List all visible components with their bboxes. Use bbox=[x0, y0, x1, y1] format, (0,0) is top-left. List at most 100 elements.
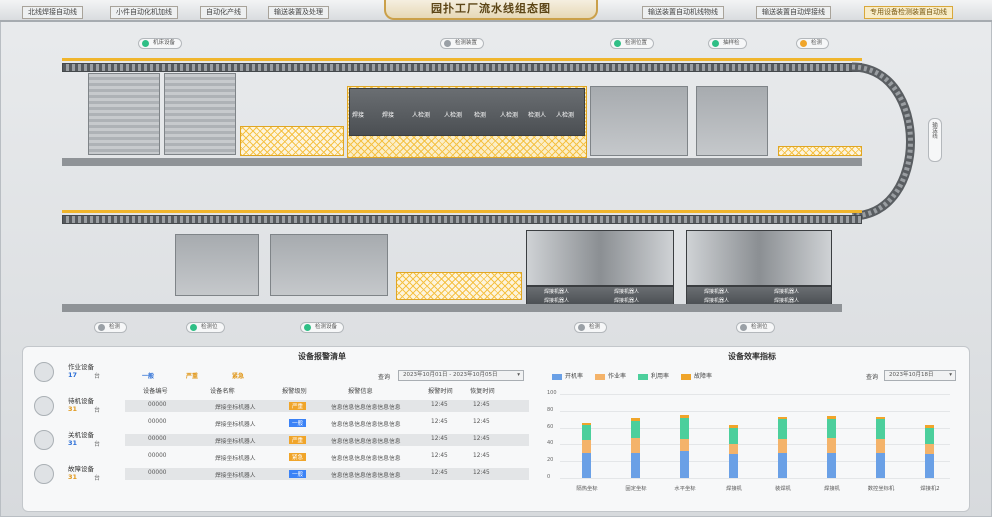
x-tick-label: 固定坐标 bbox=[625, 486, 647, 492]
tab-left-1[interactable]: 小件自动化机加线 bbox=[110, 6, 178, 19]
tab-right-2-active[interactable]: 专用设备检测装置自动线 bbox=[864, 6, 953, 19]
bar-segment bbox=[778, 439, 787, 453]
robot-label: 焊接机器人 bbox=[774, 289, 800, 295]
status-dot-icon bbox=[98, 324, 105, 331]
cell-id: 00000 bbox=[148, 419, 167, 425]
pill-label: 检测 bbox=[811, 40, 823, 46]
line-pill-4[interactable]: 检测 bbox=[796, 38, 830, 49]
cell-name: 焊接坐标机器人 bbox=[215, 422, 256, 428]
alarm-level-tab-serious[interactable]: 严重 bbox=[186, 371, 198, 380]
bar-segment bbox=[631, 437, 640, 453]
bottom-pill-1[interactable]: 检测位 bbox=[186, 322, 225, 333]
line-pill-2[interactable]: 检测位置 bbox=[610, 38, 655, 49]
col-header: 恢复时间 bbox=[470, 388, 495, 395]
legend-label: 开机率 bbox=[565, 373, 584, 380]
machine-cabinet bbox=[175, 234, 259, 296]
bar-segment bbox=[778, 416, 787, 420]
status-dot-icon bbox=[740, 324, 747, 331]
legend-label: 利用率 bbox=[651, 373, 670, 380]
device-status-fault: 故障设备 31 台 bbox=[34, 462, 104, 486]
device-icon bbox=[34, 430, 54, 450]
status-dot-icon bbox=[800, 40, 807, 47]
gridline bbox=[560, 444, 950, 446]
col-header: 设备名称 bbox=[210, 388, 235, 395]
cell-level: 严重 bbox=[289, 436, 307, 444]
legend-item[interactable]: 作业率 bbox=[595, 373, 626, 380]
alarm-query-label: 查询 bbox=[378, 374, 391, 381]
efficiency-date-select[interactable]: 2023年10月18日 ▾ bbox=[884, 370, 956, 381]
y-tick-label: 20 bbox=[547, 457, 554, 464]
table-row[interactable]: 00000 焊接坐标机器人 一般 信息信息信息信息信息信息 12:45 12:45 bbox=[125, 417, 529, 429]
machine-cabinet bbox=[590, 86, 688, 156]
line-pill-0[interactable]: 机床设备 bbox=[138, 38, 183, 49]
legend-label: 故障率 bbox=[694, 373, 713, 380]
station-label: 人检测 bbox=[444, 112, 463, 119]
cell-time: 12:45 bbox=[431, 436, 448, 442]
cell-time: 12:45 bbox=[431, 470, 448, 476]
line-pill-1[interactable]: 检测装置 bbox=[440, 38, 485, 49]
legend-item[interactable]: 利用率 bbox=[638, 373, 669, 380]
table-row[interactable]: 00000 焊接坐标机器人 严重 信息信息信息信息信息信息 12:45 12:45 bbox=[125, 434, 529, 446]
line-pill-3[interactable]: 抽样检 bbox=[708, 38, 747, 49]
return-conveyor-curve bbox=[851, 62, 915, 221]
bar-segment bbox=[925, 427, 934, 445]
tab-left-2[interactable]: 自动化产线 bbox=[200, 6, 247, 19]
gridline bbox=[560, 410, 950, 412]
bar-segment bbox=[680, 418, 689, 439]
cell-recover: 12:45 bbox=[473, 470, 490, 476]
cell-level: 严重 bbox=[289, 402, 307, 410]
cell-time: 12:45 bbox=[431, 453, 448, 459]
alarm-date-range-select[interactable]: 2023年10月01日 - 2023年10月05日 ▾ bbox=[398, 370, 524, 381]
cell-recover: 12:45 bbox=[473, 436, 490, 442]
x-tick-label: 数控坐标机 bbox=[867, 486, 895, 492]
tab-left-3[interactable]: 输送装置及处理 bbox=[268, 6, 329, 19]
x-tick-label: 水平坐标 bbox=[674, 486, 696, 492]
cell-id: 00000 bbox=[148, 436, 167, 442]
date-value: 2023年10月18日 bbox=[889, 372, 934, 378]
col-header: 报警信息 bbox=[348, 388, 373, 395]
chart-legend: 开机率 作业率 利用率 故障率 bbox=[552, 371, 724, 380]
bottom-pill-4[interactable]: 检测位 bbox=[736, 322, 775, 333]
cell-time: 12:45 bbox=[431, 419, 448, 425]
tab-right-1[interactable]: 输送装置自动焊接线 bbox=[756, 6, 831, 19]
device-count: 17 bbox=[68, 371, 78, 379]
station-label: 人检测 bbox=[500, 112, 519, 119]
bar-segment bbox=[729, 425, 738, 428]
device-name: 待机设备 bbox=[68, 397, 94, 405]
machine-cabinet bbox=[88, 73, 160, 155]
table-row[interactable]: 00000 焊接坐标机器人 一般 信息信息信息信息信息信息 12:45 12:45 bbox=[125, 468, 529, 480]
cell-level: 一般 bbox=[289, 419, 307, 427]
cell-level: 一般 bbox=[289, 470, 307, 478]
legend-item[interactable]: 开机率 bbox=[552, 373, 583, 380]
bottom-pill-0[interactable]: 检测 bbox=[94, 322, 128, 333]
station-label: 检测人 bbox=[528, 112, 547, 119]
bar-segment bbox=[631, 418, 640, 421]
alarm-level-tab-urgent[interactable]: 紧急 bbox=[232, 371, 244, 380]
bar-segment bbox=[582, 440, 591, 453]
pill-label: 检测位置 bbox=[625, 40, 648, 46]
y-tick-label: 40 bbox=[547, 440, 554, 447]
tab-left-0[interactable]: 北线焊接自动线 bbox=[22, 6, 83, 19]
bottom-pill-3[interactable]: 检测 bbox=[574, 322, 608, 333]
gridline bbox=[560, 427, 950, 429]
bottom-pill-2[interactable]: 检测设备 bbox=[300, 322, 345, 333]
tab-right-0[interactable]: 输送装置自动机线物线 bbox=[642, 6, 724, 19]
efficiency-query-label: 查询 bbox=[866, 374, 879, 381]
page-title: 园扑工厂流水线组态图 bbox=[384, 0, 598, 20]
table-row[interactable]: 00000 焊接坐标机器人 紧急 信息信息信息信息信息信息 12:45 12:45 bbox=[125, 451, 529, 463]
alarm-level-tab-normal[interactable]: 一般 bbox=[142, 371, 154, 380]
legend-item[interactable]: 故障率 bbox=[681, 373, 712, 380]
legend-swatch bbox=[638, 373, 649, 380]
device-status-off: 关机设备 31 台 bbox=[34, 428, 104, 452]
station-label: 人检测 bbox=[556, 112, 575, 119]
lower-conveyor bbox=[62, 215, 862, 224]
table-row[interactable]: 00000 焊接坐标机器人 严重 信息信息信息信息信息信息 12:45 12:45 bbox=[125, 400, 529, 412]
col-header: 报警时间 bbox=[428, 388, 453, 395]
conveyor-side-pill[interactable]: 输送线 bbox=[928, 118, 942, 162]
x-tick-label: 装焊机 bbox=[775, 486, 791, 492]
gridline bbox=[560, 394, 950, 395]
robot-label: 焊接机器人 bbox=[544, 298, 570, 304]
machine-cabinet bbox=[164, 73, 236, 155]
bar-segment bbox=[925, 444, 934, 455]
bar-segment bbox=[582, 422, 591, 426]
